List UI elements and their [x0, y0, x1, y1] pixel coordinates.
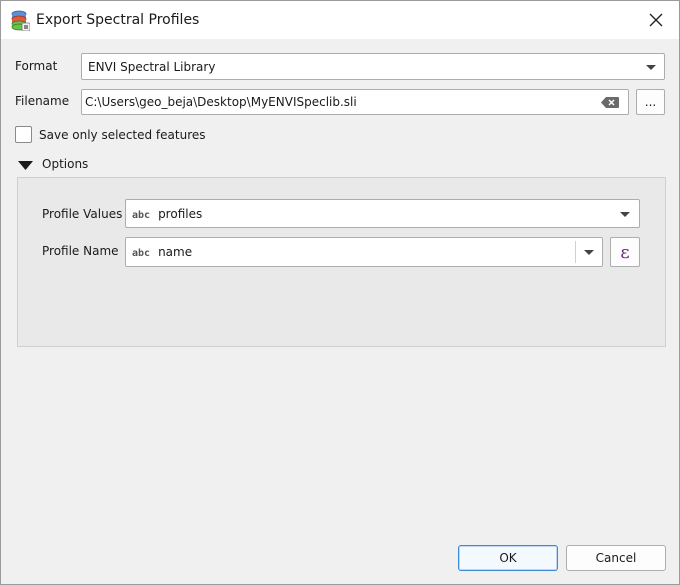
- browse-button[interactable]: ...: [636, 89, 665, 115]
- chevron-down-icon: [646, 65, 656, 70]
- profile-name-label: Profile Name: [42, 244, 119, 258]
- field-type-abc-icon: abc: [132, 248, 151, 259]
- chevron-down-icon[interactable]: [584, 250, 594, 255]
- expression-epsilon-icon: ε: [620, 241, 630, 263]
- field-type-abc-icon: abc: [132, 209, 151, 221]
- window-title: Export Spectral Profiles: [36, 12, 200, 28]
- export-dialog: Export Spectral Profiles Format ENVI Spe…: [0, 0, 680, 585]
- options-panel: Profile Values abc profiles Profile Name …: [17, 177, 666, 347]
- selected-only-checkbox[interactable]: [15, 126, 32, 143]
- cancel-label: Cancel: [595, 551, 637, 565]
- format-select[interactable]: ENVI Spectral Library: [81, 53, 665, 80]
- browse-label: ...: [644, 95, 657, 109]
- cancel-button[interactable]: Cancel: [566, 545, 666, 571]
- profile-values-label: Profile Values: [42, 207, 123, 221]
- format-label: Format: [15, 59, 58, 73]
- close-button[interactable]: [633, 1, 679, 39]
- close-icon: [649, 13, 663, 27]
- ok-label: OK: [499, 551, 517, 565]
- profile-values-value: profiles: [158, 206, 203, 221]
- options-header[interactable]: Options: [42, 157, 88, 171]
- ok-button[interactable]: OK: [458, 545, 558, 571]
- profile-name-value: name: [158, 245, 193, 259]
- filename-label: Filename: [15, 94, 70, 108]
- selected-only-label: Save only selected features: [39, 128, 206, 142]
- chevron-down-icon: [620, 212, 630, 217]
- filename-value: C:\Users\geo_beja\Desktop\MyENVISpeclib.…: [85, 95, 357, 109]
- format-value: ENVI Spectral Library: [88, 59, 216, 74]
- collapse-triangle-icon[interactable]: [18, 161, 33, 170]
- profile-name-select[interactable]: abc name: [125, 237, 603, 267]
- expression-button[interactable]: ε: [610, 237, 640, 267]
- filename-input[interactable]: C:\Users\geo_beja\Desktop\MyENVISpeclib.…: [81, 89, 629, 115]
- clear-text-icon[interactable]: [601, 97, 619, 108]
- combo-divider: [575, 241, 576, 263]
- title-bar[interactable]: Export Spectral Profiles: [1, 1, 679, 39]
- profile-values-select[interactable]: abc profiles: [125, 199, 640, 228]
- database-export-icon: [11, 10, 30, 31]
